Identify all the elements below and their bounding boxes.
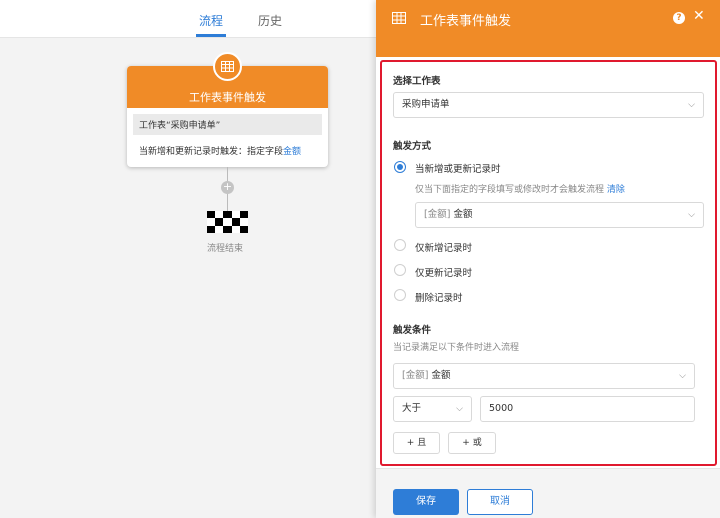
trigger-field-hint: 仅当下面指定的字段填写或修改时才会触发流程 清除 bbox=[415, 182, 625, 195]
radio-update-only[interactable] bbox=[394, 264, 406, 276]
condition-operator-select[interactable]: 大于 ⌵ bbox=[393, 396, 472, 422]
top-tab-bar: 流程 历史 bbox=[0, 0, 376, 38]
panel-footer: 保存 取消 bbox=[376, 468, 720, 518]
save-button[interactable]: 保存 bbox=[393, 489, 459, 515]
radio-add-or-update[interactable] bbox=[394, 161, 406, 173]
condition-label: 触发条件 bbox=[393, 325, 432, 336]
trigger-settings-panel: 工作表事件触发 ? ✕ 选择工作表 采购申请单 ⌵ 触发方式 当新增或更新记录时… bbox=[376, 0, 720, 518]
active-tab-indicator bbox=[196, 34, 226, 37]
trigger-mode-label: 触发方式 bbox=[393, 141, 432, 152]
add-node-icon[interactable]: + bbox=[221, 181, 234, 194]
radio-add-or-update-label: 当新增或更新记录时 bbox=[415, 164, 501, 175]
table-icon bbox=[392, 12, 406, 27]
trigger-field-select[interactable]: [金额] 金额 ⌵ bbox=[415, 202, 704, 228]
trigger-node-condition-text: 当新增和更新记录时触发：指定字段 bbox=[139, 147, 284, 157]
flow-canvas: 流程 历史 工作表事件触发 工作表“采购申请单” 当新增和更新记录时触发：指定字… bbox=[0, 0, 376, 518]
table-icon bbox=[213, 52, 242, 81]
checkered-flag-icon bbox=[207, 211, 248, 233]
help-icon[interactable]: ? bbox=[673, 12, 685, 24]
clear-link[interactable]: 清除 bbox=[607, 185, 625, 195]
radio-update-only-label: 仅更新记录时 bbox=[415, 268, 473, 279]
condition-field-prefix: [金额] bbox=[402, 370, 429, 381]
chevron-down-icon: ⌵ bbox=[456, 404, 463, 414]
radio-delete-label: 删除记录时 bbox=[415, 293, 463, 304]
trigger-node-sheet: 工作表“采购申请单” bbox=[133, 114, 322, 135]
condition-operator-value: 大于 bbox=[402, 403, 422, 414]
tab-flow[interactable]: 流程 bbox=[199, 12, 223, 29]
flow-end-label: 流程结束 bbox=[207, 244, 244, 254]
chevron-down-icon: ⌵ bbox=[679, 371, 686, 381]
condition-field-value: 金额 bbox=[431, 370, 451, 381]
add-and-condition-button[interactable]: + 且 bbox=[393, 432, 440, 454]
condition-hint: 当记录满足以下条件时进入流程 bbox=[393, 343, 520, 353]
condition-field-select[interactable]: [金额] 金额 ⌵ bbox=[393, 363, 695, 389]
radio-add-only[interactable] bbox=[394, 239, 406, 251]
chevron-down-icon: ⌵ bbox=[688, 210, 695, 220]
panel-header: 工作表事件触发 ? ✕ bbox=[376, 0, 720, 57]
close-icon[interactable]: ✕ bbox=[693, 8, 705, 24]
trigger-node-field-link: 金额 bbox=[283, 147, 302, 157]
panel-title: 工作表事件触发 bbox=[420, 14, 512, 29]
add-or-condition-button[interactable]: + 或 bbox=[448, 432, 496, 454]
sheet-select[interactable]: 采购申请单 ⌵ bbox=[393, 92, 704, 118]
tab-history[interactable]: 历史 bbox=[258, 12, 282, 29]
select-sheet-label: 选择工作表 bbox=[393, 76, 441, 87]
cancel-button[interactable]: 取消 bbox=[467, 489, 533, 515]
trigger-node-condition: 当新增和更新记录时触发：指定字段金额 bbox=[127, 135, 328, 166]
radio-add-only-label: 仅新增记录时 bbox=[415, 243, 473, 254]
trigger-field-value: 金额 bbox=[453, 209, 473, 220]
condition-value-input[interactable]: 5000 bbox=[480, 396, 695, 422]
chevron-down-icon: ⌵ bbox=[688, 100, 695, 110]
trigger-field-prefix: [金额] bbox=[424, 209, 451, 220]
sheet-select-value: 采购申请单 bbox=[402, 99, 450, 110]
trigger-field-hint-text: 仅当下面指定的字段填写或修改时才会触发流程 bbox=[415, 185, 605, 195]
trigger-node-card[interactable]: 工作表事件触发 工作表“采购申请单” 当新增和更新记录时触发：指定字段金额 bbox=[127, 66, 328, 167]
radio-delete[interactable] bbox=[394, 289, 406, 301]
